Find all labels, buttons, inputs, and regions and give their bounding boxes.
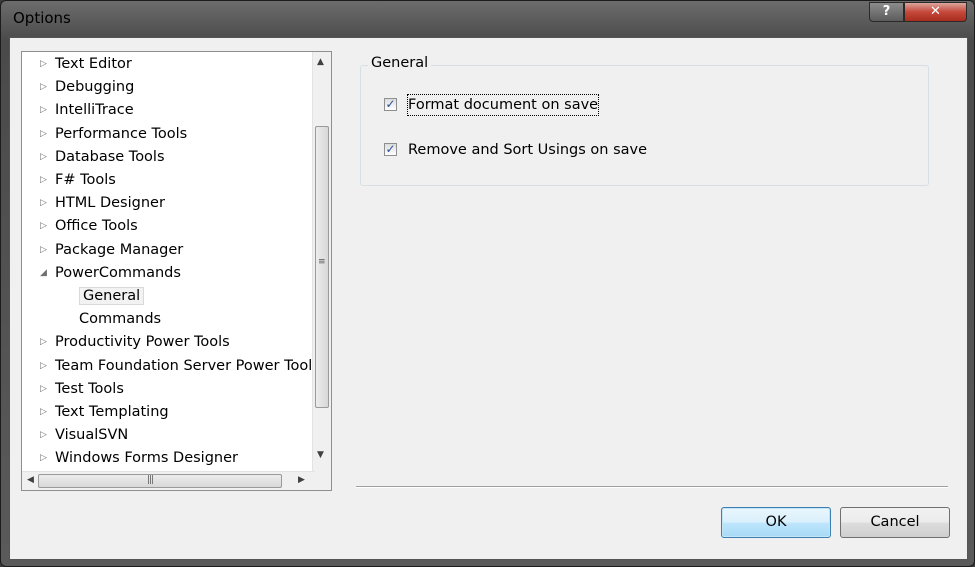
collapsed-arrow-icon[interactable]: ▷ bbox=[40, 355, 47, 377]
scroll-down-arrow-icon[interactable]: ▼ bbox=[317, 450, 324, 460]
collapsed-arrow-icon[interactable]: ▷ bbox=[40, 192, 47, 214]
tree-item-label: F# Tools bbox=[55, 172, 116, 188]
checkmark-icon: ✓ bbox=[385, 142, 396, 156]
tree-item[interactable]: ▷ Test Tools bbox=[40, 378, 124, 400]
tree-item[interactable]: Commands bbox=[79, 308, 161, 330]
options-tree[interactable]: ▷ Text Editor ▷ Debugging ▷ IntelliTrace ▷ Perf… bbox=[21, 51, 332, 491]
tree-item[interactable]: ▷ Performance Tools bbox=[40, 123, 188, 145]
tree-item-label: Database Tools bbox=[55, 148, 165, 165]
help-button[interactable]: ? bbox=[869, 2, 904, 22]
tree-item[interactable]: ▷ Office Tools bbox=[40, 215, 138, 237]
tree-item[interactable]: ◢ PowerCommands bbox=[40, 262, 181, 284]
scrollbar-corner bbox=[313, 472, 331, 490]
tree-item-label: Office Tools bbox=[55, 218, 138, 235]
button-separator bbox=[356, 486, 948, 488]
scroll-right-arrow-icon[interactable]: ▶ bbox=[298, 475, 305, 485]
tree-item[interactable]: ▷ Debugging bbox=[40, 76, 135, 98]
tree-item[interactable]: ▷ IntelliTrace bbox=[40, 99, 134, 121]
tree-item-label: VisualSVN bbox=[55, 427, 129, 444]
collapsed-arrow-icon[interactable]: ▷ bbox=[40, 424, 47, 446]
scroll-up-arrow-icon[interactable]: ▲ bbox=[317, 57, 324, 67]
tree-horizontal-scrollbar[interactable]: ◀ ||| ▶ bbox=[22, 471, 315, 490]
tree-item[interactable]: ▷ VisualSVN bbox=[40, 424, 129, 446]
tree-item[interactable]: ▷ Productivity Power Tools bbox=[40, 331, 230, 353]
dialog-client-area: ▷ Text Editor ▷ Debugging ▷ IntelliTrace ▷ Perf… bbox=[9, 37, 968, 560]
checkmark-icon: ✓ bbox=[385, 97, 396, 111]
collapsed-arrow-icon[interactable]: ▷ bbox=[40, 239, 47, 261]
tree-item-label: Debugging bbox=[55, 79, 135, 96]
collapsed-arrow-icon[interactable]: ▷ bbox=[40, 447, 47, 469]
horizontal-scroll-thumb[interactable]: ||| bbox=[38, 474, 282, 488]
tree-item[interactable]: General bbox=[79, 285, 145, 307]
collapsed-arrow-icon[interactable]: ▷ bbox=[40, 401, 47, 423]
tree-item-label: Test Tools bbox=[55, 380, 124, 397]
tree-item-label: Text Editor bbox=[55, 56, 132, 72]
close-button[interactable]: ✕ bbox=[904, 2, 967, 22]
tree-item-label: Text Templating bbox=[55, 404, 169, 420]
grip-icon: ||| bbox=[147, 475, 154, 485]
ok-button[interactable]: OK bbox=[721, 507, 831, 538]
format-document-label[interactable]: Format document on save bbox=[406, 94, 600, 116]
window-title: Options bbox=[13, 9, 71, 27]
tree-item-label: HTML Designer bbox=[55, 195, 165, 212]
format-document-checkbox[interactable]: ✓ bbox=[384, 98, 397, 111]
scroll-left-arrow-icon[interactable]: ◀ bbox=[27, 475, 34, 485]
tree-item-label: Productivity Power Tools bbox=[55, 334, 230, 351]
collapsed-arrow-icon[interactable]: ▷ bbox=[40, 99, 47, 121]
tree-item[interactable]: ▷ Text Templating bbox=[40, 401, 169, 423]
tree-item-label: Package Manager bbox=[55, 241, 184, 258]
tree-vertical-scrollbar[interactable]: ▲ ≡ ▼ bbox=[312, 52, 331, 473]
collapsed-arrow-icon[interactable]: ▷ bbox=[40, 53, 47, 75]
tree-item-label: PowerCommands bbox=[55, 264, 181, 281]
tree-item-label: IntelliTrace bbox=[55, 102, 134, 119]
remove-sort-usings-label[interactable]: Remove and Sort Usings on save bbox=[408, 140, 647, 160]
tree-item[interactable]: ▷ Windows Forms Designer bbox=[40, 447, 238, 469]
tree-item[interactable]: ▷ F# Tools bbox=[40, 169, 116, 191]
vertical-scroll-thumb[interactable]: ≡ bbox=[315, 126, 329, 408]
collapsed-arrow-icon[interactable]: ▷ bbox=[40, 215, 47, 237]
tree-item-label: Performance Tools bbox=[55, 125, 188, 142]
collapsed-arrow-icon[interactable]: ▷ bbox=[40, 378, 47, 400]
expanded-arrow-icon[interactable]: ◢ bbox=[40, 262, 47, 284]
collapsed-arrow-icon[interactable]: ▷ bbox=[40, 169, 47, 191]
tree-item-label: Team Foundation Server Power Tools bbox=[55, 357, 315, 374]
tree-item-label: Commands bbox=[79, 311, 162, 328]
tree-item[interactable]: ▷ Database Tools bbox=[40, 146, 165, 168]
collapsed-arrow-icon[interactable]: ▷ bbox=[40, 146, 47, 168]
tree-item-label: Windows Forms Designer bbox=[55, 450, 238, 467]
grip-icon: ≡ bbox=[318, 257, 325, 267]
collapsed-arrow-icon[interactable]: ▷ bbox=[40, 331, 47, 353]
tree-item[interactable]: ▷ Package Manager bbox=[40, 239, 184, 261]
collapsed-arrow-icon[interactable]: ▷ bbox=[40, 123, 47, 145]
general-groupbox bbox=[360, 65, 929, 186]
collapsed-arrow-icon[interactable]: ▷ bbox=[40, 76, 47, 98]
cancel-button[interactable]: Cancel bbox=[840, 507, 950, 538]
tree-item[interactable]: ▷ Text Editor bbox=[40, 53, 132, 75]
options-dialog: Options ? ✕ ▷ Text Editor ▷ Debugging ▷ Intel… bbox=[0, 0, 975, 567]
title-bar[interactable]: Options ? ✕ bbox=[1, 1, 975, 37]
tree-item[interactable]: ▷ HTML Designer bbox=[40, 192, 165, 214]
tree-list: ▷ Text Editor ▷ Debugging ▷ IntelliTrace ▷ Perf… bbox=[22, 52, 315, 473]
remove-sort-usings-checkbox[interactable]: ✓ bbox=[384, 143, 397, 156]
general-group-title: General bbox=[368, 55, 432, 71]
tree-item[interactable]: ▷ Team Foundation Server Power Tools bbox=[40, 355, 315, 377]
tree-item-label: General bbox=[79, 287, 145, 305]
